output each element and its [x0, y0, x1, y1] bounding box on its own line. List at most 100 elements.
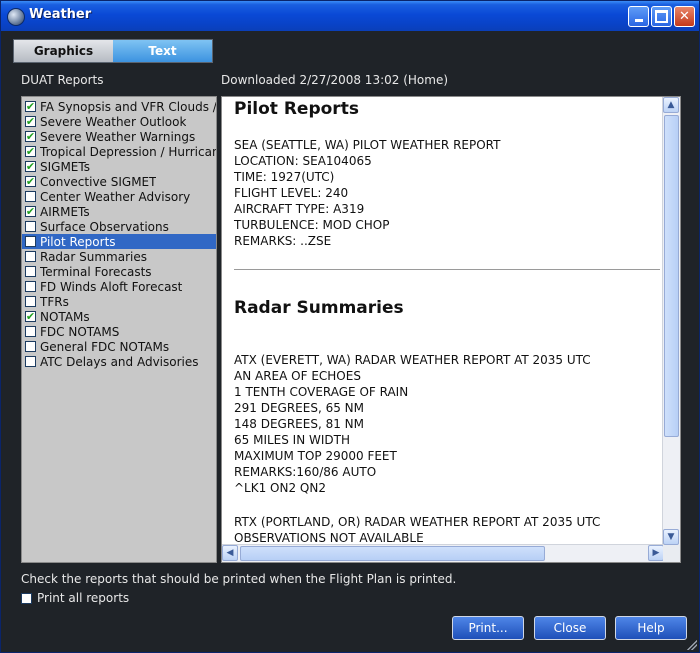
close-window-button[interactable]: ✕: [674, 6, 695, 27]
checkbox-checked[interactable]: ✔: [25, 206, 36, 217]
section-heading-pilot-reports: Pilot Reports: [234, 99, 359, 119]
checkbox-unchecked[interactable]: [25, 266, 36, 277]
print-all-checkbox[interactable]: [21, 592, 32, 604]
pilot-report-text: SEA (SEATTLE, WA) PILOT WEATHER REPORT LO…: [234, 137, 660, 249]
checkbox-checked[interactable]: ✔: [25, 146, 36, 157]
radar-summary-text-2: RTX (PORTLAND, OR) RADAR WEATHER REPORT …: [234, 514, 660, 546]
tab-text[interactable]: Text: [113, 40, 212, 62]
report-item-label: FD Winds Aloft Forecast: [40, 279, 183, 294]
checkbox-checked[interactable]: ✔: [25, 116, 36, 127]
horizontal-scrollbar[interactable]: ◀ ▶: [222, 544, 664, 562]
report-item[interactable]: TFRs: [22, 294, 216, 309]
report-item[interactable]: ATC Delays and Advisories: [22, 354, 216, 369]
help-button[interactable]: Help: [615, 616, 687, 640]
report-item[interactable]: Terminal Forecasts: [22, 264, 216, 279]
report-item-label: Terminal Forecasts: [40, 264, 152, 279]
report-item-label: ATC Delays and Advisories: [40, 354, 199, 369]
report-item[interactable]: Radar Summaries: [22, 249, 216, 264]
report-line: TURBULENCE: MOD CHOP: [234, 218, 390, 232]
checkbox-checked[interactable]: ✔: [25, 176, 36, 187]
report-item-label: General FDC NOTAMs: [40, 339, 170, 354]
title-bar[interactable]: Weather ✕: [1, 1, 699, 31]
report-item-label: Severe Weather Warnings: [40, 129, 196, 144]
checkbox-checked[interactable]: ✔: [25, 311, 36, 322]
report-line: REMARKS:160/86 AUTO: [234, 465, 377, 479]
report-item[interactable]: ✔ AIRMETs: [22, 204, 216, 219]
vertical-scrollbar[interactable]: ▲ ▼: [662, 97, 680, 545]
report-item[interactable]: ✔ Convective SIGMET: [22, 174, 216, 189]
report-item[interactable]: ✔ Severe Weather Warnings: [22, 129, 216, 144]
report-list[interactable]: ✔ FA Synopsis and VFR Clouds / ✔ Severe Wea…: [21, 96, 217, 563]
report-item-label: FDC NOTAMS: [40, 324, 120, 339]
scroll-left-arrow-icon[interactable]: ◀: [222, 545, 238, 561]
scrollbar-corner: [663, 545, 680, 562]
report-item[interactable]: General FDC NOTAMs: [22, 339, 216, 354]
report-item-label: Severe Weather Outlook: [40, 114, 187, 129]
report-item[interactable]: FDC NOTAMS: [22, 324, 216, 339]
report-line: ATX (EVERETT, WA) RADAR WEATHER REPORT A…: [234, 353, 591, 367]
horizontal-scroll-thumb[interactable]: [240, 546, 545, 561]
report-item[interactable]: FD Winds Aloft Forecast: [22, 279, 216, 294]
report-line: 291 DEGREES, 65 NM: [234, 401, 365, 415]
checkbox-unchecked[interactable]: [25, 356, 36, 367]
report-line: SEA (SEATTLE, WA) PILOT WEATHER REPORT: [234, 138, 501, 152]
checkbox-unchecked[interactable]: [25, 341, 36, 352]
checkbox-unchecked[interactable]: [25, 221, 36, 232]
report-item[interactable]: ✔ NOTAMs: [22, 309, 216, 324]
report-line: 1 TENTH COVERAGE OF RAIN: [234, 385, 409, 399]
report-line: ^LK1 ON2 QN2: [234, 481, 326, 495]
tab-graphics[interactable]: Graphics: [14, 40, 113, 62]
report-line: 65 MILES IN WIDTH: [234, 433, 351, 447]
scroll-up-arrow-icon[interactable]: ▲: [663, 97, 679, 113]
report-line: RTX (PORTLAND, OR) RADAR WEATHER REPORT …: [234, 515, 601, 529]
report-item-label: FA Synopsis and VFR Clouds /: [40, 99, 216, 114]
checkbox-unchecked[interactable]: [25, 281, 36, 292]
print-all-label: Print all reports: [37, 591, 130, 605]
report-item[interactable]: ✔ Tropical Depression / Hurrican: [22, 144, 216, 159]
close-button[interactable]: Close: [534, 616, 606, 640]
report-text-view[interactable]: Pilot Reports SEA (SEATTLE, WA) PILOT WE…: [221, 96, 681, 563]
checkbox-unchecked[interactable]: [25, 191, 36, 202]
report-item-label: Center Weather Advisory: [40, 189, 191, 204]
checkbox-checked[interactable]: ✔: [25, 161, 36, 172]
scroll-right-arrow-icon[interactable]: ▶: [648, 545, 664, 561]
checkbox-checked[interactable]: ✔: [25, 101, 36, 112]
resize-grip-icon[interactable]: [687, 640, 697, 650]
checkbox-unchecked[interactable]: [25, 251, 36, 262]
checkbox-unchecked[interactable]: [25, 296, 36, 307]
report-item-label: NOTAMs: [40, 309, 90, 324]
checkbox-unchecked[interactable]: [25, 236, 36, 247]
weather-window: Weather ✕ Graphics Text DUAT Reports Dow…: [0, 0, 700, 653]
maximize-button[interactable]: [651, 6, 672, 27]
report-item[interactable]: Surface Observations: [22, 219, 216, 234]
checkbox-checked[interactable]: ✔: [25, 131, 36, 142]
print-button[interactable]: Print...: [452, 616, 524, 640]
report-document: Pilot Reports SEA (SEATTLE, WA) PILOT WE…: [234, 99, 660, 546]
scroll-down-arrow-icon[interactable]: ▼: [663, 529, 679, 545]
report-line: AIRCRAFT TYPE: A319: [234, 202, 365, 216]
report-item-label: TFRs: [40, 294, 69, 309]
report-line: LOCATION: SEA104065: [234, 154, 372, 168]
report-item[interactable]: ✔ SIGMETs: [22, 159, 216, 174]
report-line: AN AREA OF ECHOES: [234, 369, 361, 383]
report-item-label: Radar Summaries: [40, 249, 148, 264]
minimize-button[interactable]: [628, 6, 649, 27]
report-item-label: AIRMETs: [40, 204, 90, 219]
report-item[interactable]: Center Weather Advisory: [22, 189, 216, 204]
report-item-label: Surface Observations: [40, 219, 169, 234]
view-tabs: Graphics Text: [13, 39, 213, 63]
radar-summary-text: ATX (EVERETT, WA) RADAR WEATHER REPORT A…: [234, 352, 660, 496]
report-item[interactable]: Pilot Reports: [22, 234, 216, 249]
app-icon: [7, 8, 25, 26]
report-item[interactable]: ✔ FA Synopsis and VFR Clouds /: [22, 99, 216, 114]
section-heading-radar-summaries: Radar Summaries: [234, 298, 404, 318]
print-all-reports-option[interactable]: Print all reports: [21, 591, 129, 605]
report-line: FLIGHT LEVEL: 240: [234, 186, 349, 200]
checkbox-unchecked[interactable]: [25, 326, 36, 337]
report-line: TIME: 1927(UTC): [234, 170, 335, 184]
vertical-scroll-thumb[interactable]: [664, 115, 679, 437]
report-item[interactable]: ✔ Severe Weather Outlook: [22, 114, 216, 129]
report-item-label: Tropical Depression / Hurrican: [40, 144, 216, 159]
report-item-label: SIGMETs: [40, 159, 90, 174]
report-line: REMARKS: ..ZSE: [234, 234, 332, 248]
